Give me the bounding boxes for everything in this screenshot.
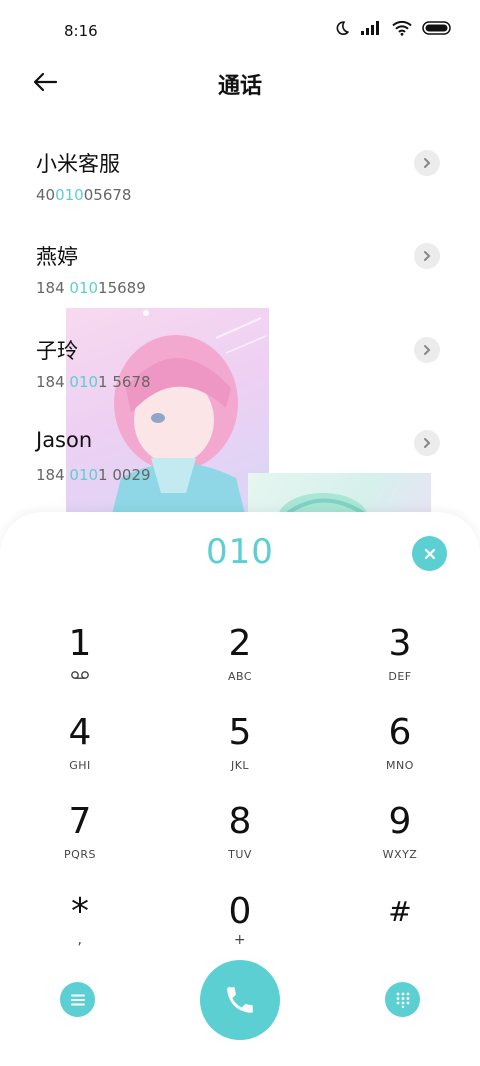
key-7[interactable]: 7 PQRS: [20, 802, 140, 882]
contact-name: 燕婷: [36, 245, 78, 269]
contact-details-button[interactable]: [414, 337, 440, 363]
call-button[interactable]: [200, 960, 280, 1040]
contact-row[interactable]: Jason 184 0101 0029: [0, 428, 480, 498]
contact-number: 184 01015689: [36, 279, 146, 297]
voicemail-icon: [20, 670, 140, 683]
chevron-right-icon: [424, 158, 431, 168]
signal-icon: [360, 20, 382, 36]
key-3[interactable]: 3 DEF: [340, 624, 460, 704]
dialer-panel: 010 1 2 ABC 3 DEF 4 GHI 5 JKL 6 MNO 7 PQ…: [0, 512, 480, 1066]
key-star[interactable]: * ,: [20, 892, 140, 972]
contact-row[interactable]: 小米客服 4001005678: [0, 148, 480, 218]
moon-icon: [334, 20, 350, 36]
key-2[interactable]: 2 ABC: [180, 624, 300, 704]
key-4[interactable]: 4 GHI: [20, 713, 140, 793]
contact-row[interactable]: 子玲 184 0101 5678: [0, 335, 480, 405]
wifi-icon: [392, 20, 412, 36]
contact-name: 子玲: [36, 339, 78, 363]
contact-details-button[interactable]: [414, 150, 440, 176]
contact-number: 184 0101 0029: [36, 466, 151, 484]
clear-button[interactable]: [412, 536, 447, 571]
contact-row[interactable]: 燕婷 184 01015689: [0, 241, 480, 311]
contact-name: Jason: [36, 428, 93, 452]
chevron-right-icon: [424, 345, 431, 355]
page-title: 通话: [217, 74, 262, 99]
keypad-icon: [396, 992, 409, 1008]
status-time: 8:16: [64, 22, 98, 40]
chevron-right-icon: [424, 438, 431, 448]
contact-details-button[interactable]: [414, 243, 440, 269]
menu-icon: [70, 994, 85, 1005]
key-1[interactable]: 1: [20, 624, 140, 704]
dialed-number: 010: [206, 532, 274, 572]
contact-name: 小米客服: [36, 152, 120, 176]
menu-button[interactable]: [60, 982, 95, 1017]
keypad-toggle-button[interactable]: [385, 982, 420, 1017]
close-icon: [424, 548, 435, 559]
contact-number: 4001005678: [36, 186, 132, 204]
contact-details-button[interactable]: [414, 430, 440, 456]
key-hash[interactable]: #: [340, 892, 460, 972]
phone-icon: [227, 987, 253, 1013]
contact-number: 184 0101 5678: [36, 373, 151, 391]
key-6[interactable]: 6 MNO: [340, 713, 460, 793]
chevron-right-icon: [424, 251, 431, 261]
status-bar: 8:16: [0, 0, 480, 62]
battery-icon: [422, 20, 452, 36]
key-9[interactable]: 9 WXYZ: [340, 802, 460, 882]
status-icons: [334, 20, 452, 36]
key-5[interactable]: 5 JKL: [180, 713, 300, 793]
key-8[interactable]: 8 TUV: [180, 802, 300, 882]
